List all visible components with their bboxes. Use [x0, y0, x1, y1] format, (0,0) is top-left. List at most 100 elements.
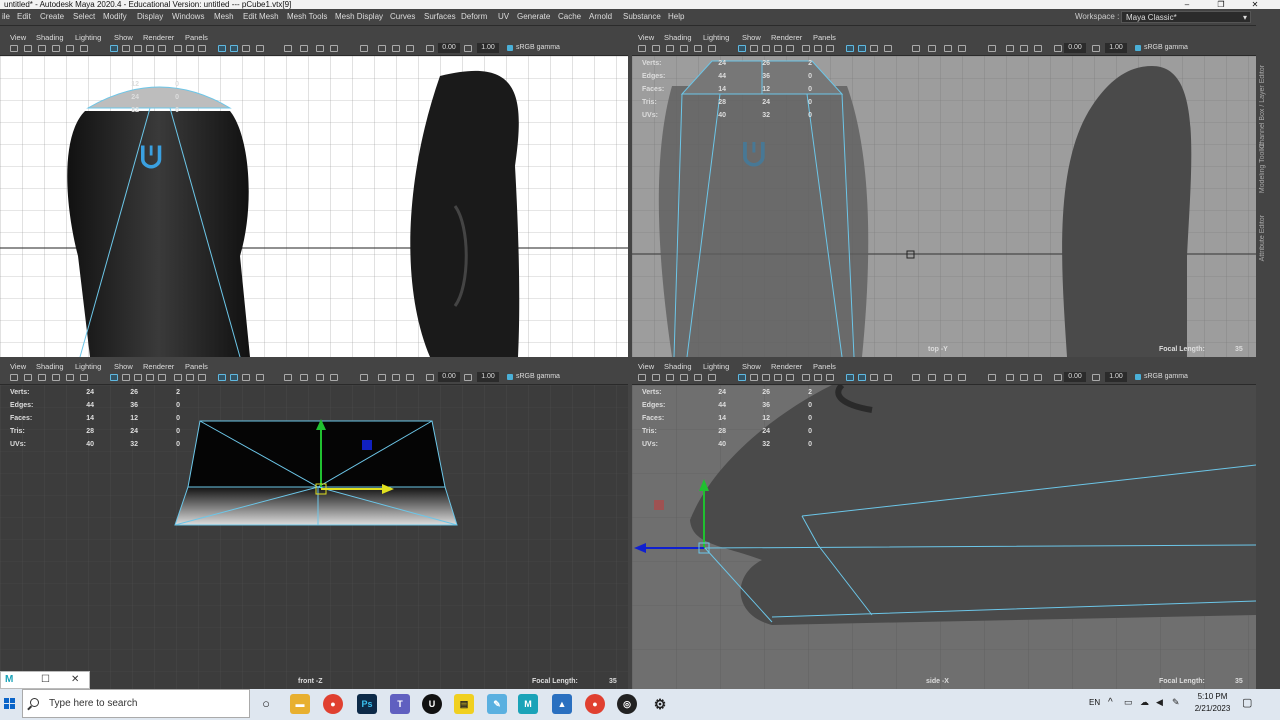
ambient-occlusion-icon[interactable]	[174, 45, 182, 52]
menu-file[interactable]: ile	[2, 12, 10, 21]
camera-lock-icon[interactable]	[652, 374, 660, 381]
panel-menu-lighting[interactable]: Lighting	[703, 33, 729, 42]
task-view-icon[interactable]: ○	[256, 694, 276, 714]
menu-edit[interactable]: Edit	[17, 12, 31, 21]
grease-pencil-icon[interactable]	[66, 45, 74, 52]
workspace-dropdown[interactable]: Maya Classic* ▾	[1121, 11, 1251, 23]
gamma-field[interactable]: 1.00	[477, 43, 499, 53]
backface-icon[interactable]	[242, 45, 250, 52]
tab-modeling-toolkit[interactable]: Modeling Toolkit	[1259, 143, 1266, 193]
image-plane-icon[interactable]	[680, 374, 688, 381]
gamma-icon[interactable]	[1092, 45, 1100, 52]
xray-icon[interactable]	[846, 45, 854, 52]
anti-alias-icon[interactable]	[198, 45, 206, 52]
shadows-icon[interactable]	[786, 45, 794, 52]
menu-surfaces[interactable]: Surfaces	[424, 12, 456, 21]
notification-icon[interactable]: ▢	[1242, 696, 1252, 709]
grid-icon[interactable]	[80, 374, 88, 381]
safe-title-icon[interactable]	[1006, 45, 1014, 52]
grease-pencil-icon[interactable]	[66, 374, 74, 381]
xray-icon[interactable]	[846, 374, 854, 381]
image-plane-icon[interactable]	[680, 45, 688, 52]
panel-menu-renderer[interactable]: Renderer	[143, 33, 174, 42]
isolate-select-icon[interactable]	[256, 45, 264, 52]
colorspace-toggle[interactable]: sRGB gamma	[506, 43, 566, 53]
grease-pencil-icon[interactable]	[694, 374, 702, 381]
motion-blur-icon[interactable]	[814, 374, 822, 381]
field-chart-icon[interactable]	[360, 374, 368, 381]
panel-menu-show[interactable]: Show	[742, 33, 761, 42]
wireframe-icon[interactable]	[110, 374, 118, 381]
menu-help[interactable]: Help	[668, 12, 684, 21]
menu-select[interactable]: Select	[73, 12, 95, 21]
photoshop-icon[interactable]: Ps	[357, 694, 377, 714]
field-chart-icon[interactable]	[360, 45, 368, 52]
isolate-select-icon[interactable]	[884, 374, 892, 381]
restore-icon[interactable]: ☐	[41, 674, 50, 685]
panel-menu-view[interactable]: View	[638, 362, 654, 371]
viewport-bottom-right[interactable]: View Shading Lighting Show Renderer Pane…	[632, 361, 1256, 689]
chrome-profile-icon[interactable]: ●	[585, 694, 605, 714]
image-plane-icon[interactable]	[52, 374, 60, 381]
lights-icon[interactable]	[146, 45, 154, 52]
network-icon[interactable]: ▭	[1124, 697, 1133, 708]
smooth-shade-icon[interactable]	[122, 45, 130, 52]
smooth-shade-icon[interactable]	[750, 374, 758, 381]
menu-uv[interactable]: UV	[498, 12, 509, 21]
panel-menu-panels[interactable]: Panels	[813, 362, 836, 371]
textured-icon[interactable]	[762, 45, 770, 52]
field-chart-icon[interactable]	[988, 374, 996, 381]
system-clock[interactable]: 5:10 PM 2/21/2023	[1185, 691, 1240, 715]
viewport-top-right[interactable]: View Shading Lighting Show Renderer Pane…	[632, 32, 1256, 357]
file-explorer-icon[interactable]: ▬	[290, 694, 310, 714]
xray-joints-icon[interactable]	[858, 374, 866, 381]
menu-arnold[interactable]: Arnold	[589, 12, 612, 21]
panel-menu-show[interactable]: Show	[114, 33, 133, 42]
gate-mask-icon[interactable]	[284, 45, 292, 52]
lights-icon[interactable]	[146, 374, 154, 381]
resolution-gate-icon[interactable]	[316, 45, 324, 52]
camera-icon[interactable]	[638, 374, 646, 381]
camera-icon[interactable]	[10, 374, 18, 381]
viewport-canvas[interactable]: Verts: 24 26 2 Edges: 44 36 0 Faces: 14 12 0 Tris…	[632, 385, 1256, 689]
obs-icon[interactable]: ◎	[617, 694, 637, 714]
menu-mesh-tools[interactable]: Mesh Tools	[287, 12, 327, 21]
bookmark-icon[interactable]	[666, 45, 674, 52]
cloud-icon[interactable]: ☁	[1140, 697, 1149, 708]
menu-deform[interactable]: Deform	[461, 12, 487, 21]
two-d-pan-icon[interactable]	[406, 374, 414, 381]
pan-zoom-icon[interactable]	[392, 45, 400, 52]
lights-icon[interactable]	[774, 45, 782, 52]
film-gate-icon[interactable]	[300, 45, 308, 52]
panel-menu-view[interactable]: View	[10, 362, 26, 371]
menu-substance[interactable]: Substance	[623, 12, 661, 21]
shadows-icon[interactable]	[158, 374, 166, 381]
film-gate-icon[interactable]	[928, 45, 936, 52]
colorspace-toggle[interactable]: sRGB gamma	[506, 372, 566, 382]
minimize-button[interactable]: –	[1172, 0, 1202, 9]
pen-icon[interactable]: ✎	[1172, 697, 1180, 708]
gate-mask-icon[interactable]	[284, 374, 292, 381]
grid-icon[interactable]	[708, 45, 716, 52]
backface-icon[interactable]	[870, 45, 878, 52]
two-d-pan-icon[interactable]	[406, 45, 414, 52]
safe-title-icon[interactable]	[1006, 374, 1014, 381]
chrome-icon[interactable]: ●	[323, 694, 343, 714]
resolution-gate-icon[interactable]	[944, 374, 952, 381]
close-icon[interactable]: ✕	[71, 674, 79, 685]
panel-menu-panels[interactable]: Panels	[813, 33, 836, 42]
gamma-icon[interactable]	[1092, 374, 1100, 381]
panel-menu-show[interactable]: Show	[114, 362, 133, 371]
textured-icon[interactable]	[762, 374, 770, 381]
anti-alias-icon[interactable]	[826, 45, 834, 52]
camera-lock-icon[interactable]	[24, 374, 32, 381]
panel-menu-view[interactable]: View	[10, 33, 26, 42]
panel-menu-show[interactable]: Show	[742, 362, 761, 371]
teams-icon[interactable]: T	[390, 694, 410, 714]
ambient-occlusion-icon[interactable]	[174, 374, 182, 381]
panel-menu-renderer[interactable]: Renderer	[771, 33, 802, 42]
safe-title-icon[interactable]	[378, 374, 386, 381]
panel-menu-lighting[interactable]: Lighting	[75, 362, 101, 371]
xray-icon[interactable]	[218, 45, 226, 52]
gate-mask-icon[interactable]	[912, 45, 920, 52]
